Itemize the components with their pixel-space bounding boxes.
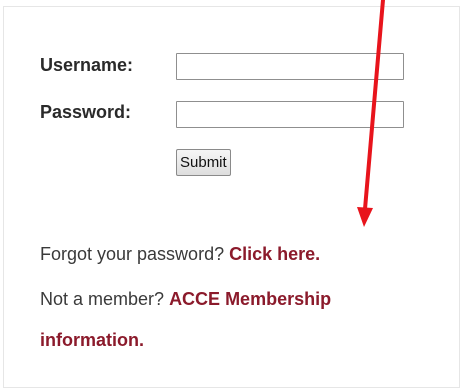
forgot-password-line: Forgot your password? Click here.: [40, 244, 320, 265]
password-label: Password:: [40, 102, 132, 122]
not-member-text: Not a member?: [40, 289, 170, 309]
password-input[interactable]: [176, 101, 404, 128]
forgot-password-link[interactable]: Click here.: [229, 244, 320, 264]
submit-button[interactable]: Submit: [176, 149, 231, 176]
username-label: Username:: [40, 55, 134, 75]
membership-line-continued: information.: [40, 330, 144, 351]
forgot-password-text: Forgot your password?: [40, 244, 230, 264]
membership-link-continued[interactable]: information.: [40, 330, 144, 350]
login-page: Username: Password: Submit Forgot your p…: [0, 0, 465, 392]
membership-line: Not a member? ACCE Membership: [40, 289, 331, 310]
username-input[interactable]: [176, 53, 404, 80]
membership-link[interactable]: ACCE Membership: [169, 289, 331, 309]
